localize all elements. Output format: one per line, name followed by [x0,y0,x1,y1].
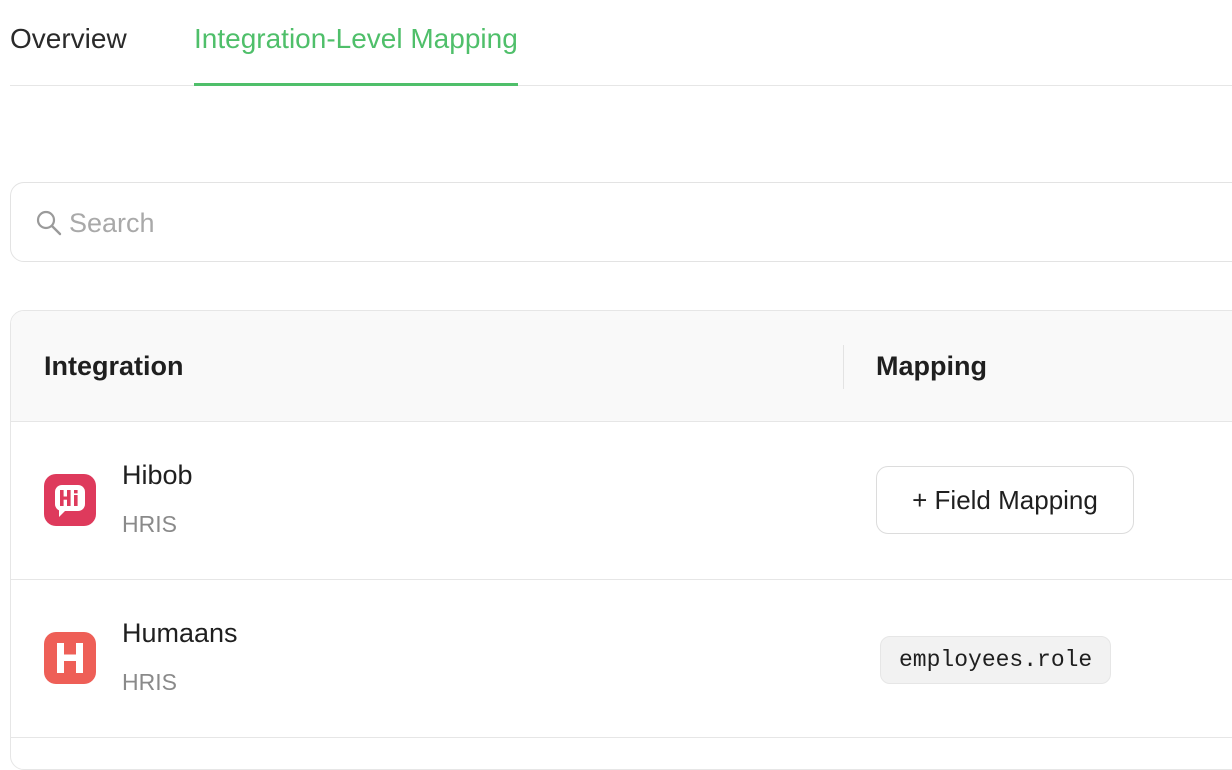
tab-overview[interactable]: Overview [10,0,127,85]
column-header-integration: Integration [44,351,184,381]
column-header-mapping: Mapping [876,351,987,381]
integrations-table: Integration Mapping Hibob HRIS + Field M… [10,310,1232,770]
table-header: Integration Mapping [11,311,1232,422]
column-divider[interactable] [843,345,844,389]
integration-category: HRIS [122,511,177,537]
mapping-value-badge[interactable]: employees.role [880,636,1112,684]
integration-category: HRIS [122,669,177,695]
hibob-logo-icon [44,474,96,526]
table-row: Humaans HRIS employees.role [11,580,1232,738]
integration-name: Hibob [122,460,193,490]
search-box[interactable] [10,182,1232,262]
humaans-logo-icon [44,632,96,684]
tab-integration-level-mapping[interactable]: Integration-Level Mapping [194,0,518,86]
integration-name: Humaans [122,618,238,648]
tab-bar: Overview Integration-Level Mapping [10,0,1232,86]
search-input[interactable] [69,201,969,245]
table-row: Hibob HRIS + Field Mapping [11,422,1232,580]
add-field-mapping-button[interactable]: + Field Mapping [876,466,1134,534]
search-icon [36,210,62,236]
